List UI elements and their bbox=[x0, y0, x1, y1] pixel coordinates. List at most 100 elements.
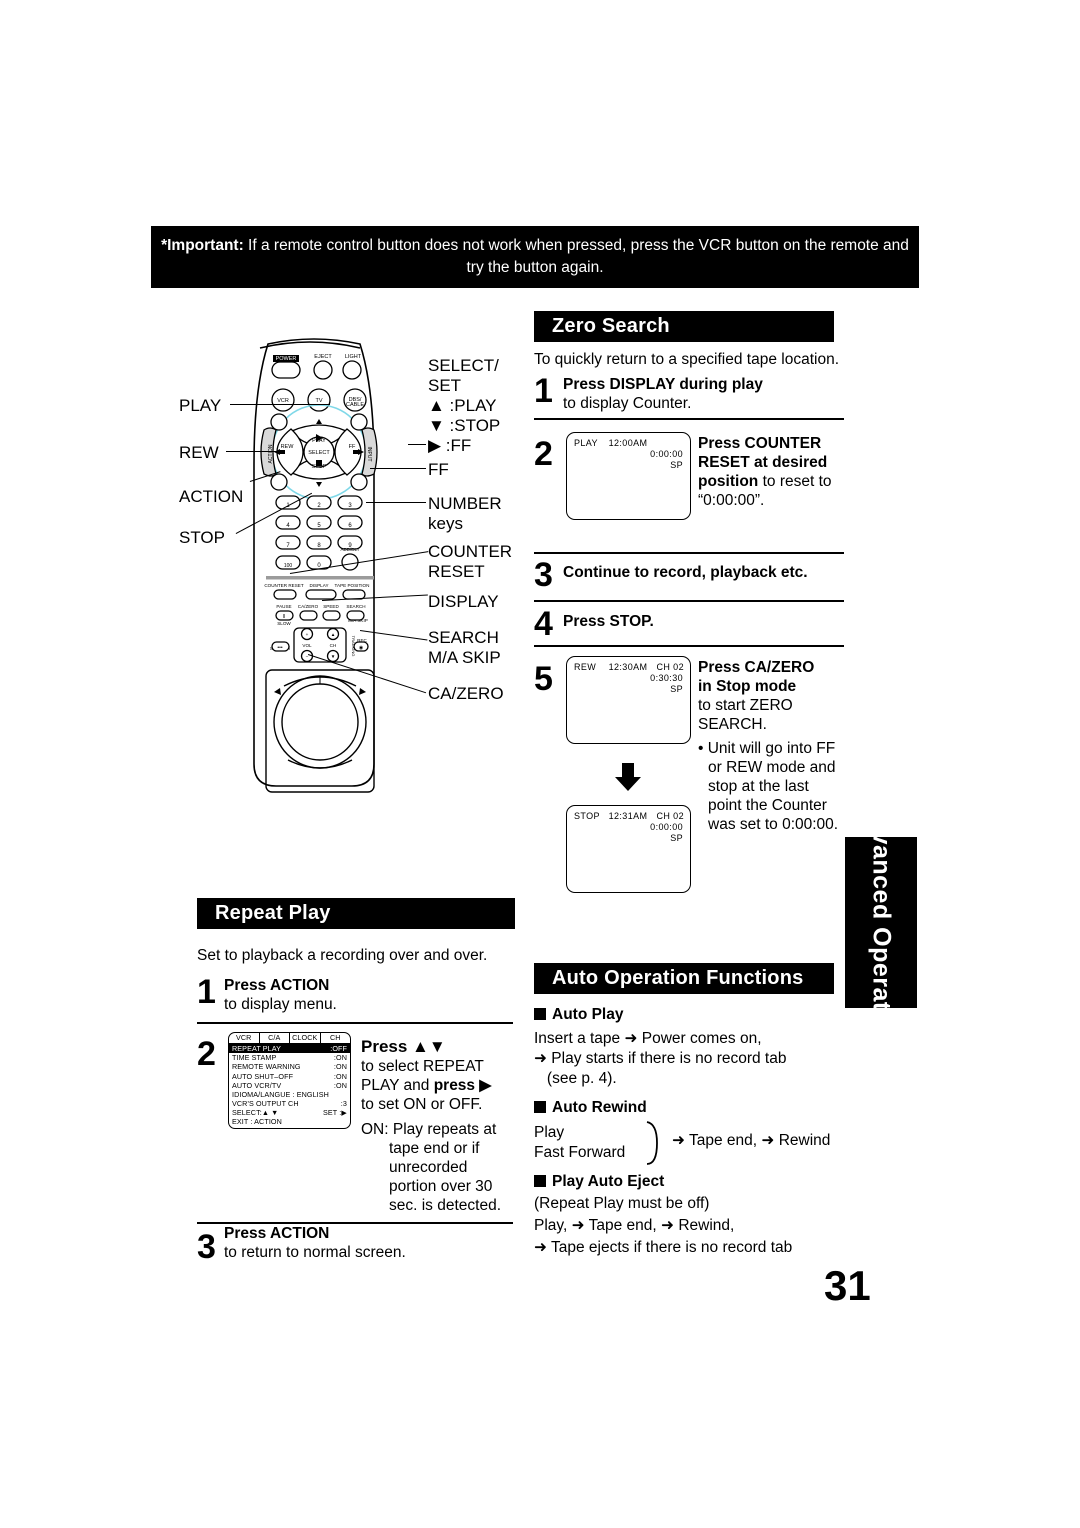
osd-row-2-value: :ON bbox=[333, 1062, 347, 1072]
osd-row-1-label: TIME STAMP bbox=[232, 1053, 277, 1063]
leader-line-ff bbox=[370, 468, 426, 470]
svg-text:SEARCH: SEARCH bbox=[346, 604, 365, 609]
osd-row-language: IDIOMA/LANGUE : ENGLISH bbox=[229, 1090, 350, 1099]
zero-search-step-5-rest2: SEARCH. bbox=[698, 716, 767, 733]
svg-text:+: + bbox=[306, 632, 309, 637]
remote-label-select-right: ▶ :FF bbox=[428, 436, 472, 455]
tv2-counter: 0:00:00 bbox=[650, 449, 683, 459]
repeat-play-step-2-rest3: to set ON or OFF. bbox=[361, 1096, 483, 1113]
repeat-play-step-2-number: 2 bbox=[197, 1035, 216, 1073]
osd-row-0-value: :OFF bbox=[330, 1043, 347, 1053]
zero-search-step-5-note: • Unit will go into FF bbox=[698, 740, 836, 757]
repeat-play-step-2-note: ON: Play repeats at bbox=[361, 1121, 497, 1138]
zero-search-step-5-note3: stop at the last bbox=[708, 778, 809, 795]
osd-footer-0-value: SET :▶ bbox=[323, 1108, 347, 1118]
svg-text:TAPE POSITION: TAPE POSITION bbox=[335, 583, 370, 588]
repeat-play-step-2-rest: to select REPEAT bbox=[361, 1058, 484, 1075]
svg-text:ADD/DLT: ADD/DLT bbox=[341, 547, 360, 552]
repeat-play-step-2-note4: portion over 30 bbox=[389, 1178, 493, 1195]
osd-row-1-value: :ON bbox=[333, 1053, 347, 1063]
zero-search-step-4-number: 4 bbox=[534, 605, 553, 643]
repeat-play-step-3-rest: to return to normal screen. bbox=[224, 1244, 406, 1261]
page-number: 31 bbox=[824, 1262, 871, 1309]
remote-label-display: DISPLAY bbox=[428, 592, 499, 611]
leader-line-play bbox=[230, 404, 330, 406]
tv5a-mode: REW bbox=[574, 662, 597, 672]
flow-down-arrow-icon bbox=[615, 763, 641, 791]
repeat-play-intro: Set to playback a recording over and ove… bbox=[197, 947, 488, 964]
remote-label-action: ACTION bbox=[179, 487, 244, 506]
manual-page: *Important: If a remote control button d… bbox=[0, 0, 1080, 1528]
tv2-speed: SP bbox=[670, 460, 683, 470]
repeat-play-step-2-note2: tape end or if bbox=[389, 1140, 480, 1157]
svg-text:CABLE: CABLE bbox=[346, 402, 364, 408]
repeat-play-step-2-rest2a: PLAY and bbox=[361, 1077, 434, 1094]
zero-search-step-2-line3: position to reset to bbox=[698, 472, 832, 492]
remote-label-counter-reset: COUNTER bbox=[428, 542, 513, 561]
svg-text:SELECT: SELECT bbox=[308, 450, 330, 456]
tv-screen-step-5b: STOP 12:31AM CH 02 0:00:00 SP bbox=[566, 805, 691, 893]
important-label: *Important: bbox=[161, 236, 244, 254]
remote-label-ff: FF bbox=[428, 460, 449, 479]
osd-footer-exit: EXIT : ACTION bbox=[229, 1118, 350, 1127]
zero-search-step-5-number: 5 bbox=[534, 660, 553, 698]
bullet-square-icon-auto-play bbox=[534, 1008, 546, 1020]
osd-footer-select: SELECT:▲ ▼ SET :▶ bbox=[229, 1108, 350, 1117]
zero-search-title: Zero Search bbox=[552, 315, 670, 337]
zero-search-step-5-note4: point the Counter bbox=[708, 797, 827, 814]
auto-play-line-2: ➜ Play starts if there is no record tab bbox=[534, 1050, 787, 1067]
auto-rewind-left-1: Play bbox=[534, 1124, 565, 1141]
zero-search-step-1-number: 1 bbox=[534, 372, 553, 410]
zero-search-heading: Zero Search bbox=[534, 311, 834, 342]
osd-row-4-label: AUTO VCR/TV bbox=[232, 1080, 282, 1090]
svg-text:INPUT: INPUT bbox=[366, 447, 372, 462]
remote-label-select-down: ▼ :STOP bbox=[428, 416, 501, 435]
tv5a-clock: 12:30AM bbox=[608, 662, 648, 672]
zero-search-step-2-number: 2 bbox=[534, 435, 553, 473]
osd-tab-clock: CLOCK bbox=[290, 1033, 321, 1043]
remote-label-number-keys-2: keys bbox=[428, 514, 463, 533]
svg-text:FF: FF bbox=[349, 444, 356, 450]
zero-search-step-3-bold: Continue to record, playback etc. bbox=[563, 564, 808, 581]
svg-text:EJECT: EJECT bbox=[314, 354, 332, 360]
auto-rewind-heading: Auto Rewind bbox=[534, 1098, 647, 1118]
osd-row-0-label: REPEAT PLAY bbox=[232, 1043, 282, 1053]
svg-text:DISPLAY: DISPLAY bbox=[309, 583, 328, 588]
tv5a-speed: SP bbox=[670, 684, 683, 694]
remote-label-search: SEARCH bbox=[428, 628, 499, 647]
svg-text:REW: REW bbox=[281, 444, 295, 450]
osd-row-5-label: IDIOMA/LANGUE : ENGLISH bbox=[232, 1089, 329, 1099]
zero-search-step-5-bold: Press CA/ZERO bbox=[698, 659, 815, 676]
repeat-play-step-1-rest: to display menu. bbox=[224, 996, 337, 1013]
osd-tab-ca: C/A bbox=[260, 1033, 290, 1043]
bullet-square-icon-play-auto-eject bbox=[534, 1175, 546, 1187]
osd-row-auto-shut-off: AUTO SHUT–OFF :ON bbox=[229, 1072, 350, 1081]
zero-search-step-4-bold: Press STOP. bbox=[563, 613, 654, 630]
divider-1 bbox=[534, 418, 844, 420]
tv5b-speed: SP bbox=[670, 833, 683, 843]
auto-play-heading-text: Auto Play bbox=[552, 1006, 624, 1023]
repeat-play-step-1-bold: Press ACTION bbox=[224, 977, 330, 994]
play-auto-eject-line-1: (Repeat Play must be off) bbox=[534, 1195, 710, 1212]
zero-search-step-5-note2: or REW mode and bbox=[708, 759, 836, 776]
osd-row-repeat-play: REPEAT PLAY :OFF bbox=[229, 1043, 350, 1054]
remote-label-rew: REW bbox=[179, 443, 219, 462]
remote-label-select-set-2: SET bbox=[428, 376, 462, 395]
repeat-play-step-2-note5: sec. is detected. bbox=[389, 1197, 502, 1214]
repeat-play-step-2-note3: unrecorded bbox=[389, 1159, 468, 1176]
auto-rewind-left-2: Fast Forward bbox=[534, 1144, 626, 1161]
play-auto-eject-line-2: Play, ➜ Tape end, ➜ Rewind, bbox=[534, 1217, 735, 1234]
svg-text:LIGHT: LIGHT bbox=[345, 354, 362, 360]
osd-row-4-value: :ON bbox=[333, 1080, 347, 1090]
repeat-play-title: Repeat Play bbox=[215, 902, 331, 924]
zero-search-step-5-note5: was set to 0:00:00. bbox=[708, 816, 839, 833]
osd-menu-screen: VCR C/A CLOCK CH REPEAT PLAY :OFF TIME S… bbox=[228, 1032, 351, 1129]
bullet-square-icon-auto-rewind bbox=[534, 1101, 546, 1113]
remote-label-select-set: SELECT/ bbox=[428, 356, 499, 375]
osd-tab-row: VCR C/A CLOCK CH bbox=[229, 1033, 350, 1044]
important-notice-banner: *Important: If a remote control button d… bbox=[151, 226, 919, 288]
auto-play-heading: Auto Play bbox=[534, 1005, 623, 1025]
repeat-play-step-3-number: 3 bbox=[197, 1228, 216, 1266]
osd-row-auto-vcr-tv: AUTO VCR/TV :ON bbox=[229, 1081, 350, 1090]
osd-tab-vcr: VCR bbox=[229, 1033, 260, 1043]
